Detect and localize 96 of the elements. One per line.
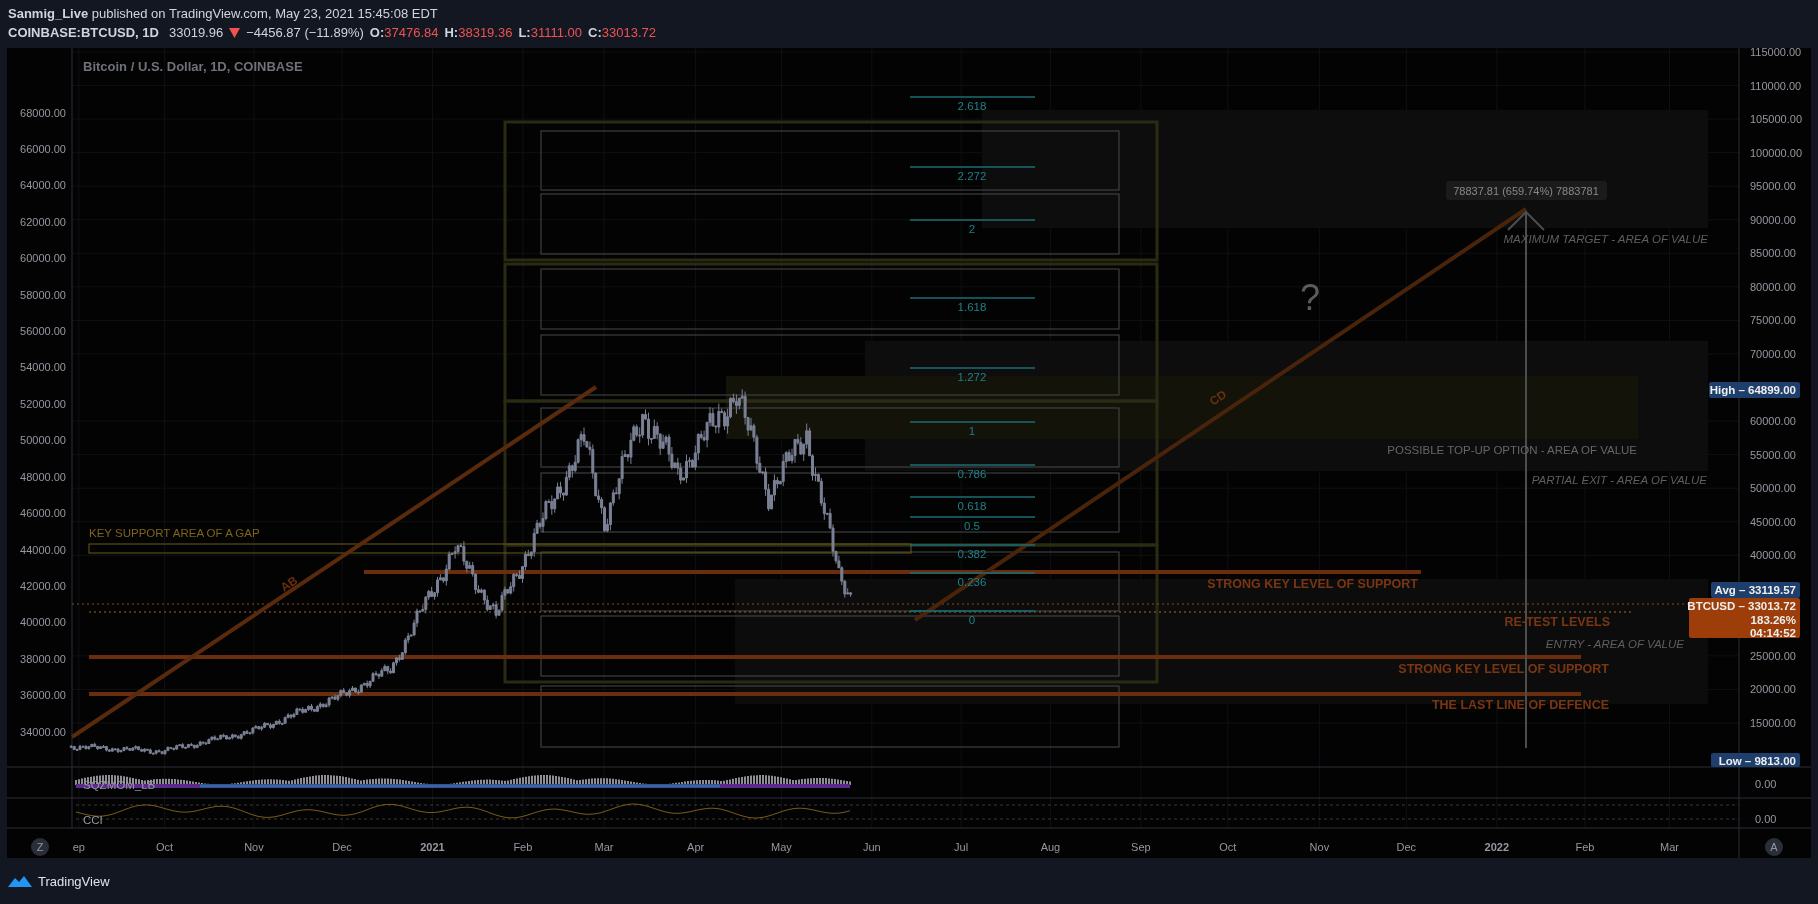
- price-axis-label: 54000.00: [20, 361, 66, 374]
- price-axis-label: 55000.00: [1750, 448, 1796, 461]
- annotation-text: STRONG KEY LEVEL OF SUPPORT: [1207, 577, 1418, 591]
- price-axis-label: 105000.00: [1750, 113, 1802, 126]
- annotation-text: ENTRY - AREA OF VALUE: [1545, 638, 1684, 650]
- price-axis-label: 70000.00: [1750, 347, 1796, 360]
- time-axis-label: Apr: [687, 841, 705, 853]
- symbol-label: COINBASE:BTCUSD, 1D: [8, 25, 159, 40]
- price-axis-label: 95000.00: [1750, 180, 1796, 193]
- trend-label: AB: [277, 573, 301, 595]
- price-axis-label: 110000.00: [1750, 79, 1802, 92]
- time-axis-label: Oct: [1219, 841, 1237, 853]
- last-price: 33019.96: [168, 25, 224, 40]
- scale-button[interactable]: Z: [31, 838, 49, 856]
- brand-name: TradingView: [38, 873, 110, 889]
- annotation-text: PARTIAL EXIT - AREA OF VALUE: [1531, 474, 1707, 486]
- price-axis-label: 58000.00: [20, 288, 66, 301]
- price-axis-label: 50000.00: [1750, 482, 1796, 495]
- price-axis-label: 85000.00: [1750, 247, 1796, 260]
- price-axis-label: 38000.00: [20, 652, 66, 665]
- price-axis-label: 46000.00: [20, 507, 66, 520]
- price-axis-label: 20000.00: [1750, 683, 1796, 696]
- fib-level-label: 0.382: [957, 548, 987, 560]
- fib-level-label: 2: [968, 223, 976, 235]
- fib-level-label: 0: [968, 614, 976, 626]
- price-axis-label: 44000.00: [20, 543, 66, 556]
- price-axis-label: 40000.00: [20, 616, 66, 629]
- time-axis-label: Dec: [1396, 841, 1417, 853]
- price-axis-label: 45000.00: [1750, 515, 1796, 528]
- annotation-text: STRONG KEY LEVEL OF SUPPORT: [1398, 662, 1609, 676]
- indicator-label: CCI: [83, 814, 103, 826]
- time-axis-label: Mar: [594, 841, 614, 853]
- price-axis-label: 15000.00: [1750, 717, 1796, 729]
- price-axis-label: 36000.00: [20, 689, 66, 702]
- chart-title: Bitcoin / U.S. Dollar, 1D, COINBASE: [83, 59, 303, 74]
- indicator-value: 0.00: [1755, 813, 1777, 825]
- time-axis-label: May: [771, 841, 792, 853]
- fib-level-label: 2.618: [957, 100, 987, 112]
- fib-level-label: 1.272: [957, 371, 987, 383]
- price-axis-label: 64000.00: [20, 179, 66, 192]
- price-axis-label: 56000.00: [20, 325, 66, 337]
- time-axis-label: Nov: [1309, 841, 1330, 853]
- price-axis-label: 60000.00: [1750, 415, 1796, 428]
- fib-level-label: 1: [968, 425, 976, 437]
- price-label: High – 64899.00: [1709, 382, 1800, 398]
- time-axis-label: Aug: [1040, 841, 1061, 853]
- price-label: BTCUSD – 33013.72 183.26% 04:14:52: [1687, 598, 1800, 639]
- price-axis-label: 50000.00: [20, 434, 66, 447]
- fib-level-label: 0.618: [957, 500, 987, 512]
- ohlc-value: H:38319.36: [444, 25, 513, 40]
- price-axis-label: 90000.00: [1750, 213, 1796, 226]
- time-axis-label: Feb: [513, 841, 533, 853]
- measure-tooltip: 78837.81 (659.74%) 7883781: [1446, 181, 1607, 200]
- time-axis-label: Dec: [332, 841, 352, 853]
- indicator-value: 0.00: [1755, 778, 1777, 790]
- price-axis-label: 25000.00: [1750, 649, 1796, 662]
- trend-label: CD: [1206, 387, 1230, 409]
- price-axis-label: 42000.00: [20, 579, 66, 592]
- fib-level-label: 0.5: [964, 520, 980, 532]
- fib-level-label: 0.786: [957, 468, 987, 480]
- time-axis-label: Nov: [244, 841, 264, 853]
- time-axis-label: 2022: [1484, 841, 1510, 853]
- price-axis-label: 115000.00: [1750, 48, 1802, 58]
- price-axis-label: 100000.00: [1750, 146, 1802, 159]
- annotation-text: KEY SUPPORT AREA OF A GAP: [89, 527, 260, 539]
- annotation-text: THE LAST LINE OF DEFENCE: [1431, 698, 1609, 712]
- time-axis-label: Sep: [1131, 841, 1151, 853]
- price-label: Low – 9813.00: [1711, 753, 1800, 767]
- price-axis-label: 48000.00: [20, 470, 66, 483]
- price-axis-label: 52000.00: [20, 397, 66, 410]
- price-axis-label: 75000.00: [1750, 314, 1796, 327]
- question-mark: ?: [1300, 277, 1320, 318]
- price-change: −4456.87 (−11.89%): [246, 25, 364, 40]
- publish-info: Sanmig_Live published on TradingView.com, May 23, 2021 15:45:08 EDT: [8, 6, 439, 21]
- time-axis-label: Jun: [863, 841, 881, 853]
- ohlc-value: L:31111.00: [518, 25, 583, 40]
- price-axis-label: 68000.00: [20, 106, 66, 119]
- time-axis-label: Feb: [1575, 841, 1595, 853]
- price-axis-label: 34000.00: [20, 725, 66, 738]
- time-axis-label: ep: [72, 841, 85, 853]
- price-axis-label: 62000.00: [20, 215, 66, 228]
- price-axis-label: 66000.00: [20, 142, 66, 155]
- time-axis-label: Oct: [156, 841, 174, 853]
- fib-level-label: 1.618: [957, 301, 987, 313]
- ohlc-value: C:33013.72: [588, 25, 656, 40]
- fib-level-label: 2.272: [957, 170, 987, 182]
- scale-button[interactable]: A: [1765, 838, 1783, 856]
- price-label: Avg – 33119.57: [1711, 582, 1800, 598]
- price-axis-label: 80000.00: [1750, 280, 1796, 293]
- ohlc-value: O:37476.84: [369, 25, 439, 40]
- fib-level-label: 0.236: [957, 576, 987, 588]
- time-axis-label: Mar: [1660, 841, 1679, 853]
- time-axis-label: 2021: [420, 841, 445, 853]
- time-axis-label: Jul: [954, 841, 969, 853]
- price-axis-label: 60000.00: [20, 252, 66, 265]
- price-axis-label: 40000.00: [1750, 549, 1796, 562]
